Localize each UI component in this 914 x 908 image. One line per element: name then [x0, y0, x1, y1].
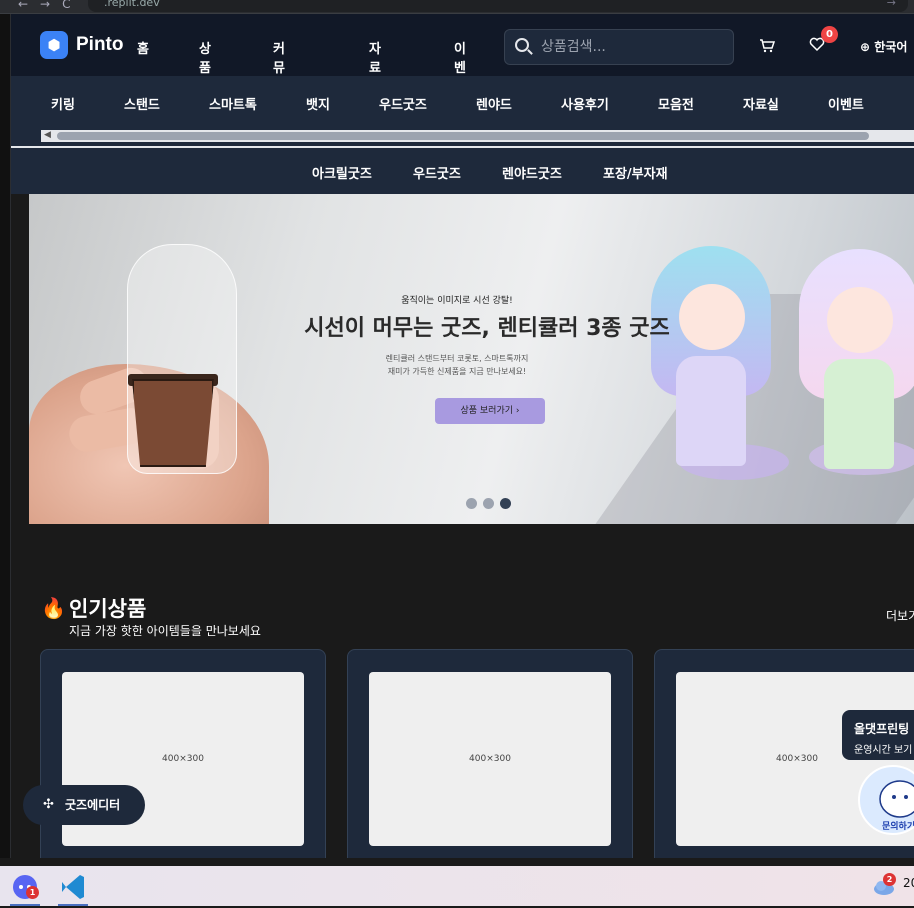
language-selector[interactable]: ⊕ 한국어 [860, 38, 907, 55]
more-link[interactable]: 더보기 [886, 607, 914, 624]
category-collection[interactable]: 모음전 [658, 94, 694, 113]
scrollbar-thumb[interactable] [57, 132, 869, 140]
subcategory-wood[interactable]: 우드굿즈 [413, 163, 461, 182]
puzzle-icon: ✣ [43, 797, 54, 812]
category-keyring[interactable]: 키링 [51, 94, 75, 113]
category-smarttok[interactable]: 스마트톡 [209, 94, 257, 113]
hero-subtitle: 움직이는 이미지로 시선 강탈! [401, 296, 513, 306]
category-reviews[interactable]: 사용후기 [561, 94, 609, 113]
category-events[interactable]: 이벤트 [828, 94, 864, 113]
chat-hours: 운영시간 보기 [854, 745, 913, 756]
address-bar[interactable]: .replit.dev → [88, 0, 908, 12]
go-arrow-icon[interactable]: → [887, 0, 896, 9]
carousel-dot-1[interactable] [466, 498, 477, 509]
search-box[interactable] [504, 29, 734, 65]
horizontal-scrollbar[interactable]: ◀ [41, 130, 914, 142]
product-card[interactable]: 400×300 [40, 649, 326, 858]
wishlist-badge: 0 [821, 26, 838, 43]
search-icon [515, 38, 529, 52]
carousel-dot-2[interactable] [483, 498, 494, 509]
weather-badge: 2 [883, 873, 896, 886]
hero-pot-image [132, 379, 214, 467]
view-product-button[interactable]: 상품 보러가기 › [435, 398, 545, 424]
product-image-placeholder: 400×300 [369, 672, 611, 846]
taskbar-discord[interactable]: 1 [6, 870, 44, 906]
window-edge [0, 14, 10, 858]
cart-icon[interactable] [759, 38, 776, 54]
logo-text: Pinto [76, 34, 124, 55]
site-header: ⬢ Pinto 홈 상품 커뮤니티 자료실 이벤트 0 ⊕ 한국어 [11, 14, 914, 114]
address-text: .replit.dev [104, 0, 160, 9]
scroll-left-arrow-icon[interactable]: ◀ [44, 130, 51, 140]
taskbar-clock[interactable]: 20 [903, 876, 914, 890]
hero-description: 렌티큘러 스탠드부터 코롯토, 스마트톡까지 재미가 가득한 신제품을 지금 만… [29, 352, 914, 378]
discord-icon [13, 875, 37, 899]
hero-desc-line: 재미가 가득한 신제품을 지금 만나보세요! [387, 367, 527, 376]
goods-editor-button[interactable]: ✣ 굿즈에디터 [23, 785, 145, 825]
browser-nav-icons[interactable]: ←→C [18, 0, 83, 11]
carousel-dot-3[interactable] [500, 498, 511, 509]
subcategory-acrylic[interactable]: 아크릴굿즈 [312, 163, 372, 182]
fire-icon: 🔥 [41, 596, 66, 620]
category-badge[interactable]: 뱃지 [306, 94, 330, 113]
hero-banner[interactable]: 움직이는 이미지로 시선 강탈! 시선이 머무는 굿즈, 렌티큘러 3종 굿즈 … [29, 194, 914, 524]
category-bar: 키링 스탠드 스마트톡 뱃지 우드굿즈 렌야드 사용후기 모음전 자료실 이벤트… [11, 76, 914, 146]
subcategory-packaging[interactable]: 포장/부자재 [603, 163, 668, 182]
popular-section: 🔥 인기상품 지금 가장 핫한 아이템들을 만나보세요 더보기 400×300 … [11, 524, 914, 858]
globe-icon: ⊕ [860, 40, 871, 54]
os-taskbar: 1 2 20 [0, 866, 914, 906]
hero-title: 시선이 머무는 굿즈, 렌티큘러 3종 굿즈 [304, 316, 670, 341]
chat-tooltip[interactable]: 올댓프린팅 운영시간 보기 [842, 710, 914, 760]
goods-editor-label: 굿즈에디터 [65, 798, 121, 812]
product-card[interactable]: 400×300 [347, 649, 633, 858]
discord-badge: 1 [26, 886, 39, 899]
category-wood[interactable]: 우드굿즈 [379, 94, 427, 113]
browser-toolbar: ←→C .replit.dev → [0, 0, 914, 14]
section-subtitle: 지금 가장 핫한 아이템들을 만나보세요 [69, 624, 261, 638]
hero-desc-line: 렌티큘러 스탠드부터 코롯토, 스마트톡까지 [385, 354, 529, 363]
category-stand[interactable]: 스탠드 [124, 94, 160, 113]
search-input[interactable] [541, 30, 726, 64]
subcategory-lanyard[interactable]: 렌야드굿즈 [502, 163, 562, 182]
web-page: ⬢ Pinto 홈 상품 커뮤니티 자료실 이벤트 0 ⊕ 한국어 키링 스탠드 [10, 14, 914, 858]
category-lanyard[interactable]: 렌야드 [476, 94, 512, 113]
chat-label: 문의하기 [882, 822, 914, 832]
category-resources[interactable]: 자료실 [743, 94, 779, 113]
nav-home[interactable]: 홈 [137, 38, 149, 57]
chat-title: 올댓프린팅 [854, 722, 910, 736]
taskbar-vscode[interactable] [54, 870, 92, 906]
site-logo[interactable]: ⬢ Pinto [40, 31, 124, 59]
section-title: 인기상품 [69, 597, 147, 621]
nav-products[interactable]: 상품 [199, 38, 211, 76]
subcategory-bar: 아크릴굿즈 우드굿즈 렌야드굿즈 포장/부자재 [11, 146, 914, 194]
language-label: 한국어 [874, 40, 908, 54]
vscode-icon [62, 875, 84, 899]
cube-icon: ⬢ [40, 31, 68, 59]
